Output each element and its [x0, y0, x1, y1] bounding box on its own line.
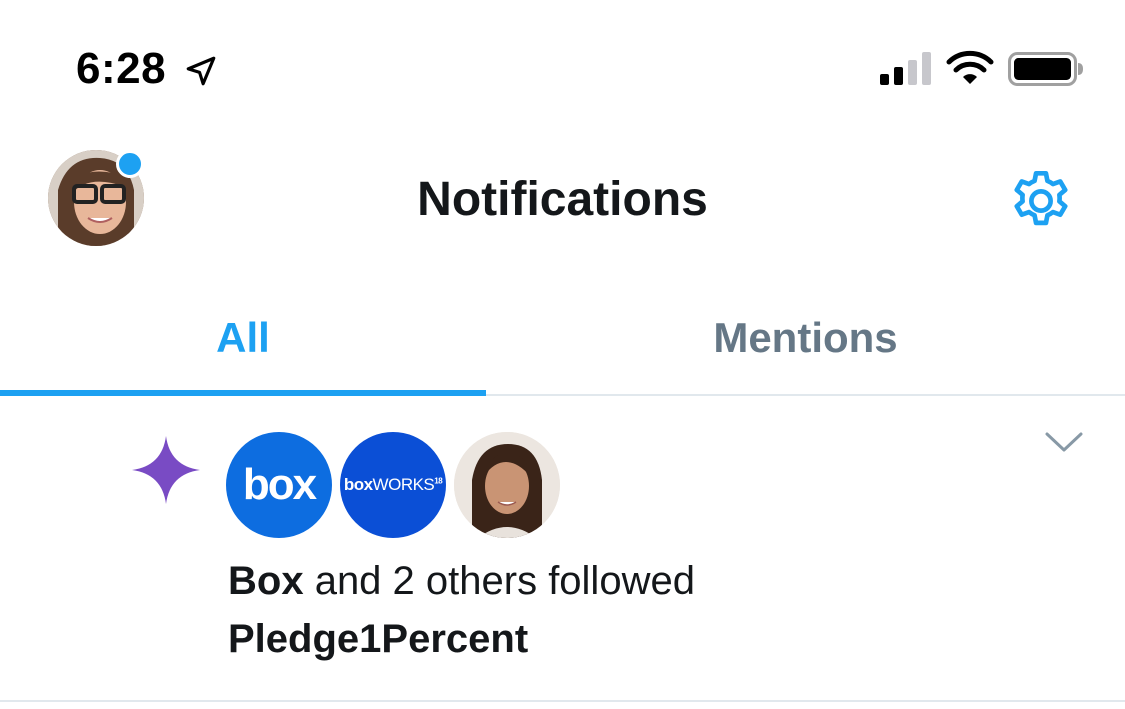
follower-avatars: box boxWORKS18 [226, 432, 560, 538]
cellular-signal-icon [880, 52, 931, 85]
boxworks-avatar[interactable]: boxWORKS18 [340, 432, 446, 538]
notification-action: and 2 others followed [303, 559, 695, 603]
target-name[interactable]: Pledge1Percent [228, 617, 528, 661]
box-logo-text: box [242, 460, 317, 509]
gear-icon[interactable] [1006, 166, 1076, 236]
chevron-down-icon[interactable] [1044, 430, 1084, 456]
header: Notifications [0, 120, 1125, 280]
notification-text: Box and 2 others followed Pledge1Percent [228, 552, 1078, 668]
tab-all[interactable]: All [0, 280, 486, 396]
boxworks-logo-text: boxWORKS18 [343, 475, 443, 494]
battery-icon [1008, 52, 1083, 86]
status-bar: 6:28 [0, 0, 1125, 120]
location-arrow-icon [186, 56, 216, 86]
sparkle-icon [132, 436, 200, 504]
tab-bar: All Mentions [0, 280, 1125, 396]
person-avatar[interactable] [454, 432, 560, 538]
wifi-icon [946, 50, 994, 84]
actor-name[interactable]: Box [228, 559, 304, 603]
status-time: 6:28 [76, 44, 167, 93]
tab-mentions[interactable]: Mentions [486, 280, 1125, 396]
notification-item[interactable]: box boxWORKS18 Box and 2 others followed… [0, 396, 1125, 702]
page-title: Notifications [417, 173, 708, 226]
box-avatar[interactable]: box [226, 432, 332, 538]
